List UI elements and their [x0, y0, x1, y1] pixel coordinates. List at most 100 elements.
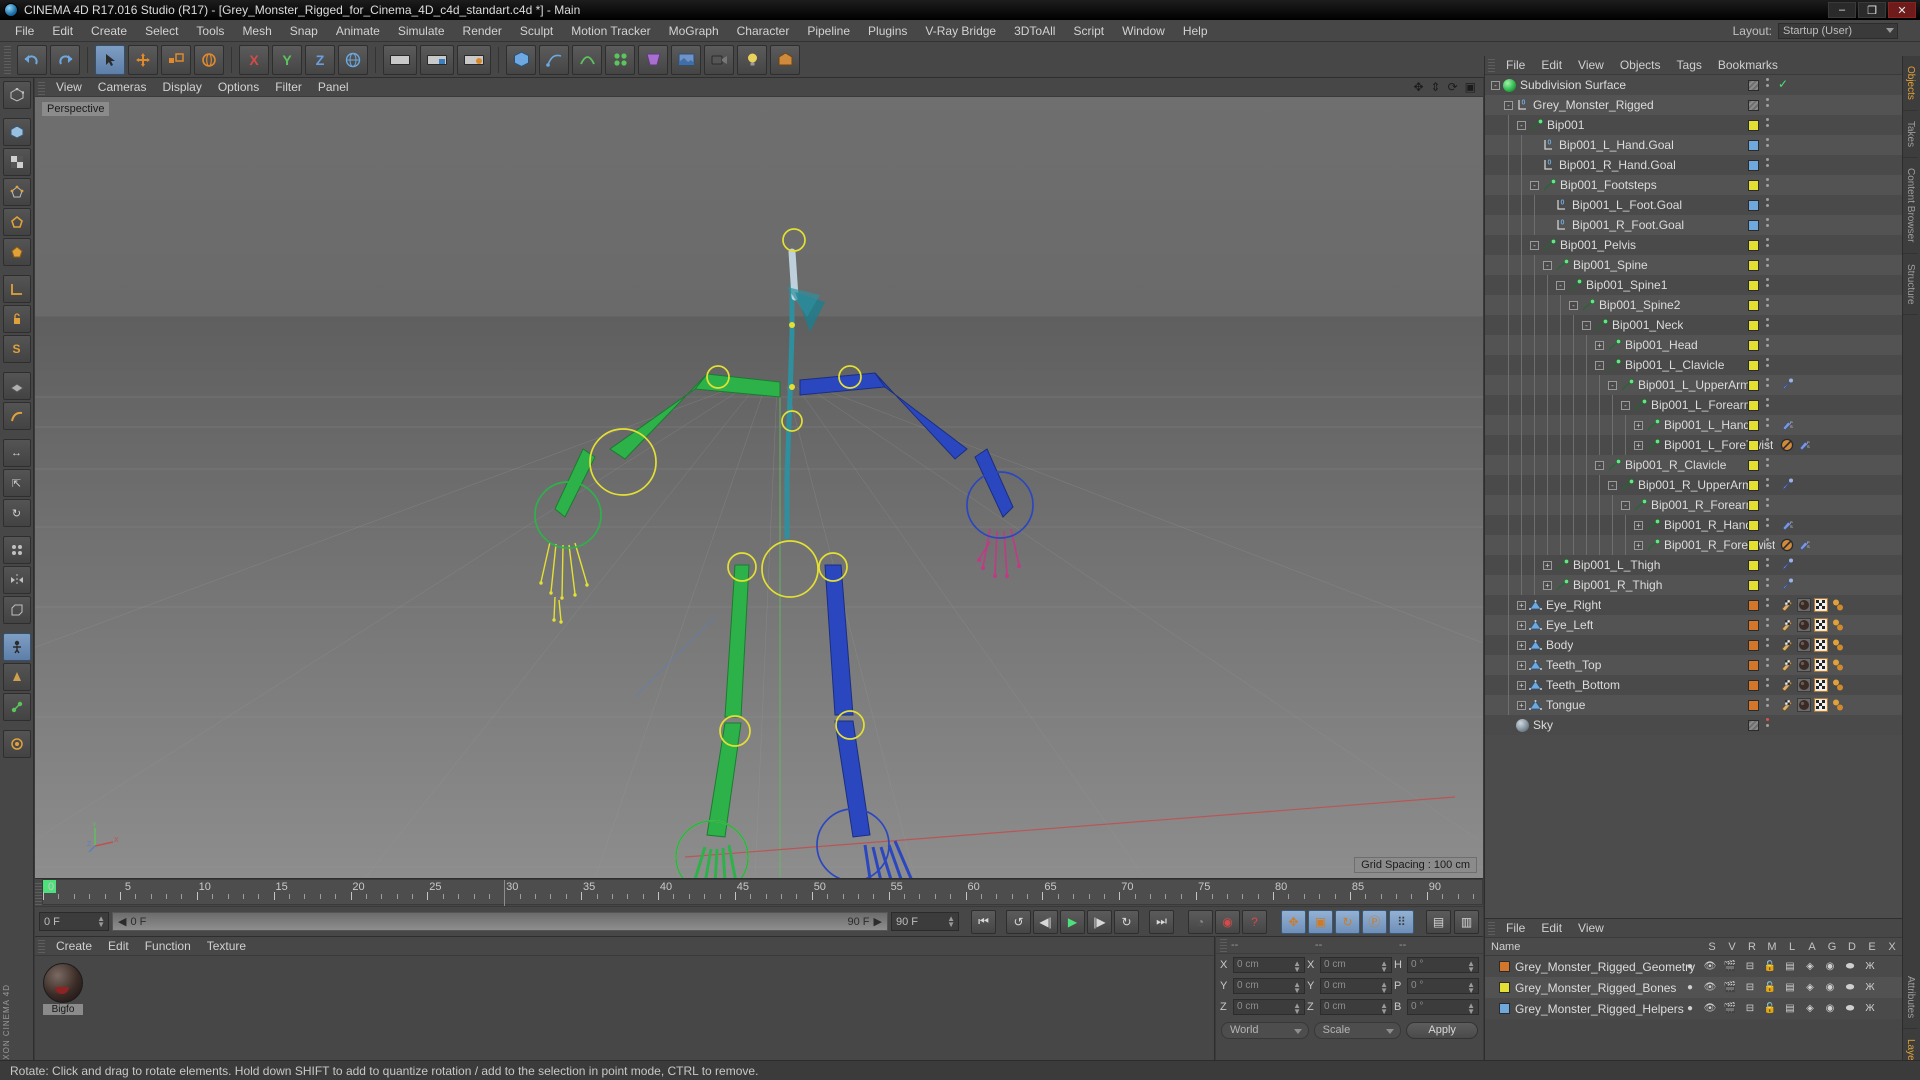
menu-window[interactable]: Window — [1113, 20, 1174, 42]
visibility-editor-dot[interactable] — [1766, 538, 1769, 541]
toolbar-grip[interactable] — [4, 45, 11, 74]
world-coordinate-button[interactable] — [338, 44, 368, 75]
visibility-dots[interactable] — [1766, 138, 1769, 150]
layer-column-l[interactable]: L — [1782, 941, 1802, 953]
object-row[interactable]: + Tongue — [1485, 695, 1902, 715]
menu-plugins[interactable]: Plugins — [859, 20, 916, 42]
layer-color-chip[interactable] — [1748, 260, 1759, 271]
menu-character[interactable]: Character — [728, 20, 799, 42]
object-row[interactable]: + Bip001_R_Thigh — [1485, 575, 1902, 595]
visibility-dots[interactable] — [1766, 438, 1769, 450]
visibility-render-dot[interactable] — [1766, 564, 1769, 567]
edges-mode-button[interactable] — [2, 208, 31, 236]
visibility-editor-dot[interactable] — [1766, 138, 1769, 141]
scale-tool[interactable] — [161, 44, 191, 75]
visibility-render-dot[interactable] — [1766, 584, 1769, 587]
object-row[interactable]: - Bip001_Pelvis — [1485, 235, 1902, 255]
snap-settings-button[interactable]: S — [2, 335, 31, 363]
object-menu-bookmarks[interactable]: Bookmarks — [1710, 56, 1786, 75]
visibility-editor-dot[interactable] — [1766, 238, 1769, 241]
coordinate-system-select[interactable]: World — [1221, 1021, 1309, 1039]
play-button[interactable]: ▶ — [1060, 909, 1085, 934]
layer-color-chip[interactable] — [1748, 620, 1759, 631]
visibility-dots[interactable] — [1766, 118, 1769, 130]
uv-tag-icon[interactable] — [1813, 637, 1829, 653]
layer-row[interactable]: Grey_Monster_Rigged_Helpers ● 👁 🎬 ⊟ 🔓 ▤ ◈ ◉ ⬬ Ж — [1485, 998, 1902, 1019]
visibility-render-dot[interactable] — [1766, 124, 1769, 127]
layer-menu-edit[interactable]: Edit — [1533, 919, 1570, 938]
visibility-render-dot[interactable] — [1766, 684, 1769, 687]
visibility-dots[interactable] — [1766, 558, 1769, 570]
object-row[interactable]: - 0 Grey_Monster_Rigged — [1485, 95, 1902, 115]
spinner-icon[interactable]: ▲ ▼ — [1293, 959, 1301, 973]
bevel-button[interactable] — [2, 596, 31, 624]
autokeying-button[interactable]: ◔ — [1188, 909, 1213, 934]
layer-toggle-d-icon[interactable]: ◉ — [1820, 961, 1840, 972]
viewport-solo-button[interactable] — [2, 402, 31, 430]
minimize-button[interactable]: – — [1828, 2, 1856, 18]
visibility-dots[interactable] — [1766, 658, 1769, 670]
object-row[interactable]: + Teeth_Top — [1485, 655, 1902, 675]
material-preview-sphere[interactable] — [43, 963, 83, 1003]
menu-simulate[interactable]: Simulate — [389, 20, 454, 42]
layer-menu-file[interactable]: File — [1498, 919, 1533, 938]
object-row[interactable]: - Bip001_R_Forearm — [1485, 495, 1902, 515]
visibility-dots[interactable] — [1766, 418, 1769, 430]
visibility-editor-dot[interactable] — [1766, 578, 1769, 581]
layer-color-swatch[interactable] — [1499, 982, 1510, 993]
layer-toggle-g-icon[interactable]: ◈ — [1800, 1003, 1820, 1014]
layer-color-chip[interactable] — [1748, 200, 1759, 211]
viewport-menu-view[interactable]: View — [48, 78, 90, 97]
layer-toggle-r-icon[interactable]: 🎬 — [1720, 982, 1740, 993]
layer-color-chip[interactable] — [1748, 300, 1759, 311]
layer-color-chip[interactable] — [1748, 340, 1759, 351]
deformer-button[interactable] — [638, 44, 668, 75]
tree-expander-collapse-icon[interactable]: - — [1582, 320, 1591, 330]
object-row[interactable]: + Body — [1485, 635, 1902, 655]
layer-toggle-v-icon[interactable]: 👁 — [1700, 961, 1720, 972]
visibility-editor-dot[interactable] — [1766, 78, 1769, 81]
layer-color-chip[interactable] — [1748, 460, 1759, 471]
tree-expander-expand-icon[interactable]: + — [1517, 660, 1526, 670]
layer-color-chip[interactable] — [1748, 680, 1759, 691]
visibility-render-dot[interactable] — [1766, 344, 1769, 347]
tree-expander-expand-icon[interactable]: + — [1517, 640, 1526, 650]
tree-expander-collapse-icon[interactable]: - — [1595, 360, 1604, 370]
layer-color-chip[interactable] — [1748, 100, 1759, 111]
object-row[interactable]: 0 Bip001_L_Hand.Goal — [1485, 135, 1902, 155]
sculpt-brush-button[interactable] — [2, 730, 31, 758]
render-region-button[interactable] — [420, 44, 454, 75]
visibility-editor-dot[interactable] — [1766, 698, 1769, 701]
material-tag-icon[interactable] — [1797, 638, 1811, 652]
spinner-icon[interactable]: ▲ ▼ — [1380, 959, 1388, 973]
uv-tag-icon[interactable] — [1813, 597, 1829, 613]
menu-snap[interactable]: Snap — [281, 20, 327, 42]
render-settings-button[interactable] — [457, 44, 491, 75]
material-tag-icon[interactable] — [1797, 618, 1811, 632]
menu-3dtoall[interactable]: 3DToAll — [1005, 20, 1064, 42]
spinner-icon[interactable]: ▲ ▼ — [1293, 980, 1301, 994]
vertical-tab-takes[interactable]: Takes — [1903, 111, 1918, 159]
layer-color-chip[interactable] — [1748, 700, 1759, 711]
layer-toggle-e-icon[interactable]: ⬬ — [1840, 1003, 1860, 1014]
move-tool[interactable] — [128, 44, 158, 75]
viewport-menu-display[interactable]: Display — [154, 78, 209, 97]
visibility-render-dot[interactable] — [1766, 444, 1769, 447]
visibility-render-dot[interactable] — [1766, 604, 1769, 607]
visibility-editor-dot[interactable] — [1766, 158, 1769, 161]
layer-toggle-s-icon[interactable]: ● — [1680, 961, 1700, 972]
layer-color-swatch[interactable] — [1499, 1003, 1510, 1014]
visibility-dots[interactable] — [1766, 518, 1769, 530]
vertical-tab-content-browser[interactable]: Content Browser — [1903, 158, 1918, 254]
visibility-dots[interactable] — [1766, 218, 1769, 230]
visibility-dots[interactable] — [1766, 478, 1769, 490]
render-view-button[interactable] — [383, 44, 417, 75]
coordinate-mode-select[interactable]: Scale — [1313, 1021, 1402, 1039]
object-row[interactable]: - Subdivision Surface ✓ — [1485, 75, 1902, 95]
layer-color-chip[interactable] — [1748, 500, 1759, 511]
weight-tool-button[interactable] — [2, 663, 31, 691]
visibility-dots[interactable] — [1766, 338, 1769, 350]
visibility-dots[interactable] — [1766, 378, 1769, 390]
layer-toggle-s-icon[interactable]: ● — [1680, 1003, 1700, 1014]
visibility-editor-dot[interactable] — [1766, 438, 1769, 441]
